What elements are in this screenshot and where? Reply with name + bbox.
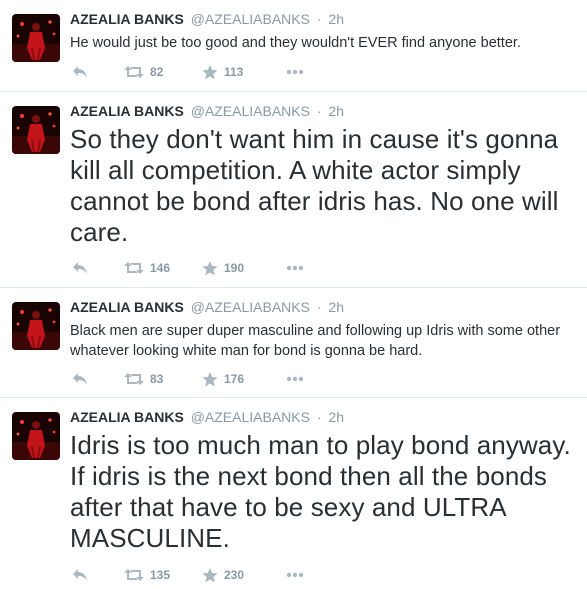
username[interactable]: @AZEALIABANKS [191,409,310,425]
avatar-image [12,14,60,62]
favorite-button[interactable]: 176 [202,371,286,387]
tweet[interactable]: AZEALIA BANKS @AZEALIABANKS · 2h He woul… [0,0,587,92]
retweet-count: 135 [150,568,171,582]
retweet-button[interactable]: 82 [124,65,202,79]
more-dots-icon [286,265,304,271]
reply-button[interactable] [72,261,124,275]
more-button[interactable] [286,572,304,578]
star-icon [202,260,218,275]
favorite-button[interactable]: 113 [202,64,286,80]
star-icon [202,64,218,79]
timestamp[interactable]: 2h [328,299,344,315]
more-button[interactable] [286,69,304,75]
avatar-image [12,106,60,154]
reply-icon [73,373,87,385]
tweet-feed: AZEALIA BANKS @AZEALIABANKS · 2h He woul… [0,0,587,589]
display-name[interactable]: AZEALIA BANKS [70,11,184,27]
tweet-text: He would just be too good and they would… [70,35,521,51]
tweet-text: Idris is too much man to play bond anywa… [70,430,571,553]
favorite-button[interactable]: 230 [202,567,286,583]
separator-dot: · [316,103,322,119]
tweet-text: So they don't want him in cause it's gon… [70,124,559,247]
more-dots-icon [286,376,304,382]
more-dots-icon [286,69,304,75]
favorite-count: 230 [224,568,245,582]
retweet-button[interactable]: 146 [124,261,202,275]
more-button[interactable] [286,376,304,382]
reply-button[interactable] [72,372,124,386]
retweet-count: 83 [150,372,164,386]
avatar-image [12,302,60,350]
separator-dot: · [316,299,322,315]
avatar[interactable] [12,106,60,154]
avatar[interactable] [12,14,60,62]
tweet-header: AZEALIA BANKS @AZEALIABANKS · 2h [70,298,577,316]
retweet-button[interactable]: 135 [124,568,202,582]
tweet-actions: 83 176 [72,370,304,388]
retweet-icon [124,66,144,78]
avatar[interactable] [12,302,60,350]
favorite-count: 113 [224,65,244,79]
timestamp[interactable]: 2h [328,409,344,425]
display-name[interactable]: AZEALIA BANKS [70,299,184,315]
star-icon [202,567,218,582]
tweet[interactable]: AZEALIA BANKS @AZEALIABANKS · 2h Idris i… [0,398,587,589]
tweet-text: Black men are super duper masculine and … [70,323,561,359]
tweet-actions: 82 113 [72,63,304,81]
retweet-count: 146 [150,261,171,275]
reply-icon [73,262,87,274]
favorite-count: 176 [224,372,245,386]
retweet-button[interactable]: 83 [124,372,202,386]
more-button[interactable] [286,265,304,271]
username[interactable]: @AZEALIABANKS [191,299,310,315]
star-icon [202,371,218,386]
display-name[interactable]: AZEALIA BANKS [70,103,184,119]
separator-dot: · [316,11,322,27]
retweet-count: 82 [150,65,164,79]
retweet-icon [124,262,144,274]
favorite-count: 190 [224,261,245,275]
display-name[interactable]: AZEALIA BANKS [70,409,184,425]
tweet-header: AZEALIA BANKS @AZEALIABANKS · 2h [70,408,577,426]
tweet[interactable]: AZEALIA BANKS @AZEALIABANKS · 2h Black m… [0,288,587,398]
avatar[interactable] [12,412,60,460]
favorite-button[interactable]: 190 [202,260,286,276]
tweet-header: AZEALIA BANKS @AZEALIABANKS · 2h [70,10,577,28]
reply-button[interactable] [72,568,124,582]
retweet-icon [124,373,144,385]
reply-icon [73,66,87,78]
retweet-icon [124,569,144,581]
tweet-actions: 146 190 [72,259,304,277]
avatar-image [12,412,60,460]
reply-icon [73,569,87,581]
tweet-actions: 135 230 [72,566,304,584]
tweet[interactable]: AZEALIA BANKS @AZEALIABANKS · 2h So they… [0,92,587,288]
reply-button[interactable] [72,65,124,79]
more-dots-icon [286,572,304,578]
username[interactable]: @AZEALIABANKS [191,11,310,27]
tweet-header: AZEALIA BANKS @AZEALIABANKS · 2h [70,102,577,120]
timestamp[interactable]: 2h [328,11,344,27]
timestamp[interactable]: 2h [328,103,344,119]
separator-dot: · [316,409,322,425]
username[interactable]: @AZEALIABANKS [191,103,310,119]
